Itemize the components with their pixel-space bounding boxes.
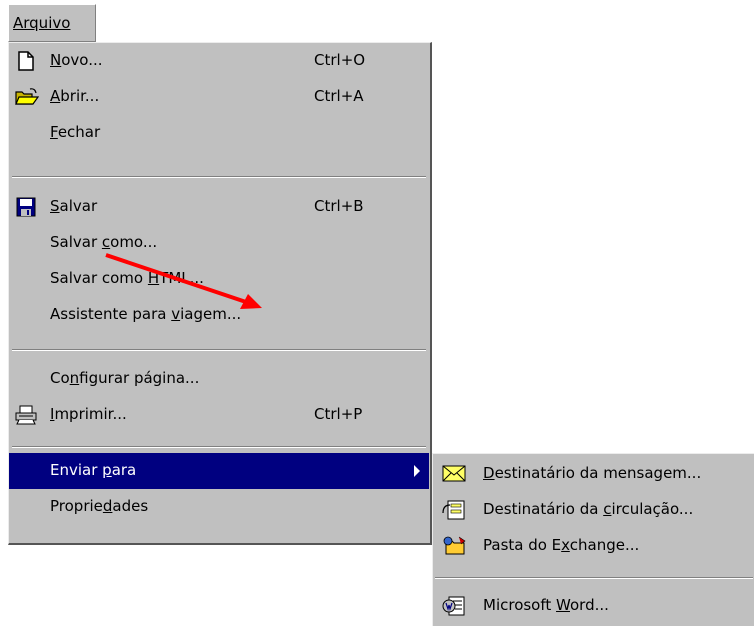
annotation-red-arrow (105, 253, 262, 309)
